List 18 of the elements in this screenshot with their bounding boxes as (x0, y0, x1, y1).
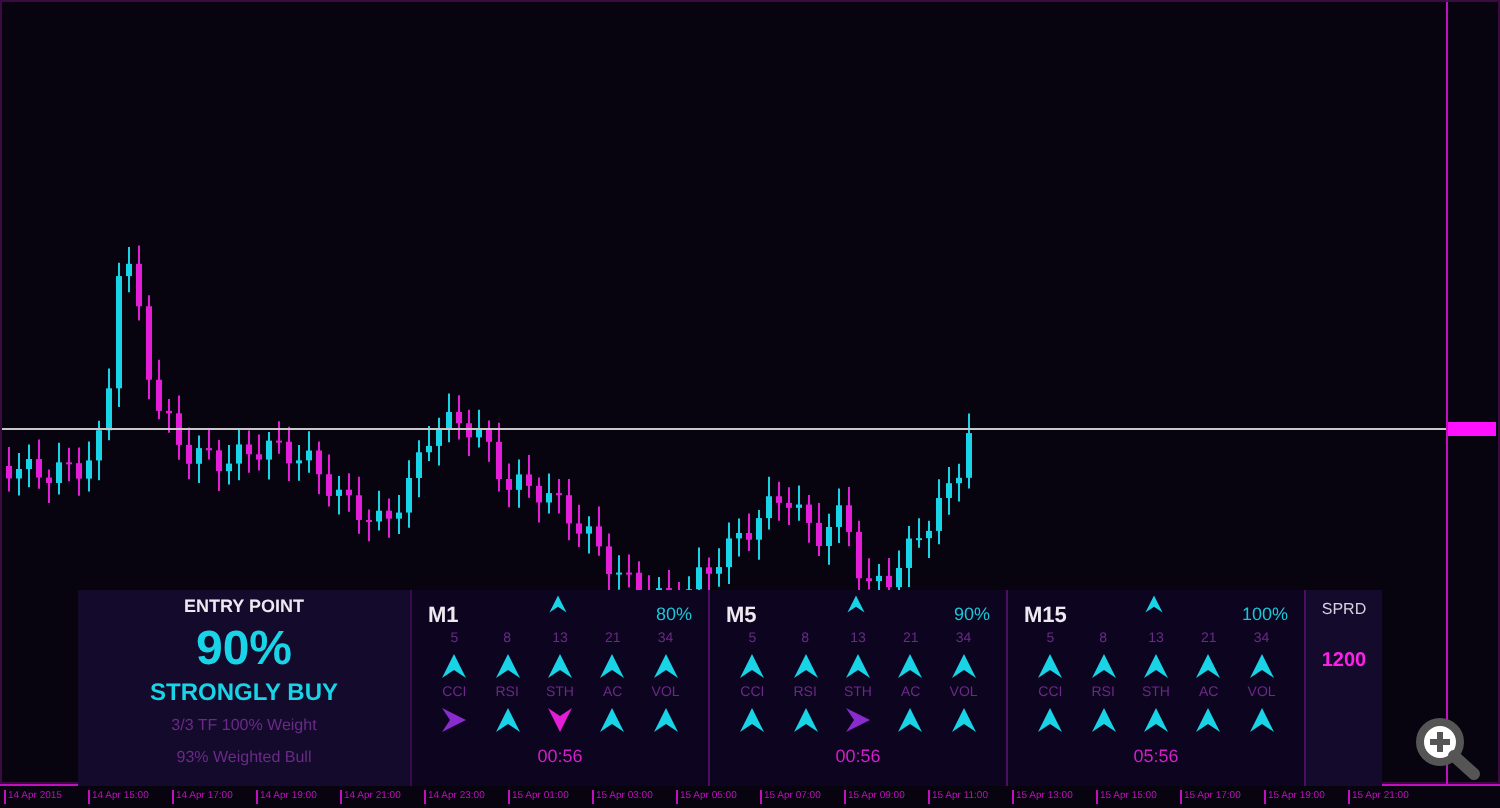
spread-label: SPRD (1321, 598, 1367, 622)
current-price-marker (1448, 422, 1496, 436)
timeframe-percent: 90% (953, 602, 990, 628)
timeframe-label: M1 (428, 604, 459, 628)
bull-text: 93% Weighted Bull (176, 745, 312, 769)
entry-point-title: ENTRY POINT (183, 594, 304, 620)
countdown-timer: 00:56 (537, 744, 583, 770)
countdown-timer: 00:56 (835, 744, 881, 770)
timeframe-label: M5 (726, 604, 757, 628)
timeframe-label: M15 (1024, 604, 1067, 628)
zoom-icon[interactable] (1412, 716, 1484, 780)
countdown-timer: 05:56 (1133, 744, 1179, 770)
signal-text: STRONGLY BUY (149, 677, 339, 705)
timeframe-percent: 100% (1241, 602, 1288, 628)
entry-percent: 90% (195, 621, 293, 677)
weight-text: 3/3 TF 100% Weight (171, 713, 317, 737)
spread-value: 1200 (1321, 648, 1367, 676)
timeframe-percent: 80% (655, 602, 692, 628)
